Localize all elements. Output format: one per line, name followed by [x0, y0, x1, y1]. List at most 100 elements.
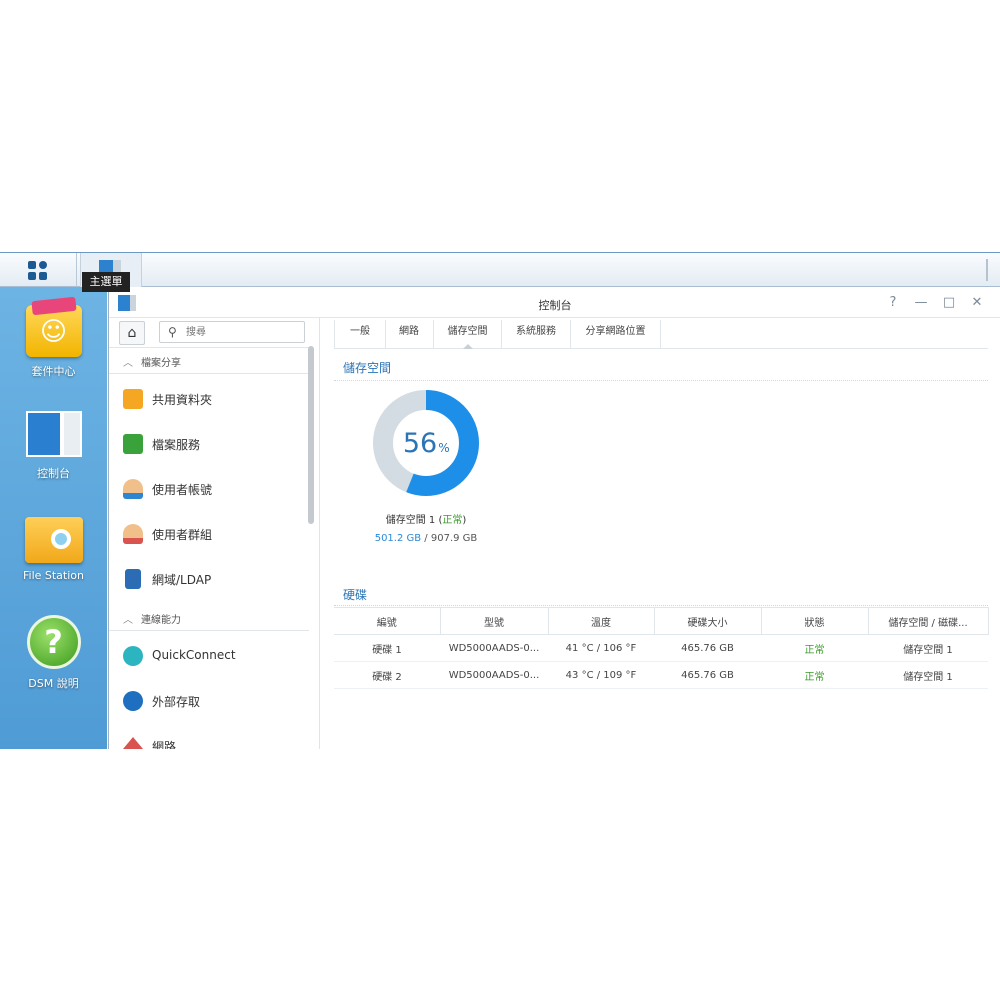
section-label: 連線能力 [141, 615, 181, 626]
sidebar-item-domain-ldap[interactable]: 網域/LDAP [123, 564, 308, 594]
window-title: 控制台 [538, 299, 572, 312]
quickconnect-icon [123, 646, 143, 666]
maximize-button[interactable]: □ [940, 294, 958, 312]
search-input[interactable] [186, 324, 296, 340]
divider [334, 380, 988, 381]
column-header[interactable]: 儲存空間 / 磁碟... [868, 607, 989, 635]
sidebar-item-network[interactable]: 網路 [123, 731, 308, 749]
sidebar-item-file-services[interactable]: 檔案服務 [123, 429, 308, 459]
shared-folder-icon [123, 389, 143, 409]
section-file-sharing[interactable]: ︿ 檔案分享 [123, 354, 181, 369]
storage-usage-donut: 56 % [373, 390, 479, 496]
main-menu-tooltip: 主選單 [82, 272, 130, 292]
table-row[interactable]: 硬碟 2 WD5000AADS-0... 43 °C / 109 °F 465.… [334, 661, 988, 689]
control-panel-icon [25, 411, 82, 459]
divider [109, 373, 309, 374]
window-titlebar[interactable]: 控制台 ? — □ ✕ [109, 289, 1000, 318]
desktop-icon-label: 控制台 [37, 467, 70, 480]
table-cell: 硬碟 1 [334, 634, 440, 662]
main-menu-icon [28, 261, 48, 281]
storage-heading: 儲存空間 [343, 361, 392, 375]
sidebar-item-group[interactable]: 使用者群組 [123, 519, 308, 549]
column-header[interactable]: 編號 [334, 607, 441, 635]
user-icon [123, 479, 143, 499]
table-cell: 硬碟 2 [334, 661, 440, 689]
chevron-up-icon: ︿ [123, 615, 133, 626]
sidebar-item-label: 網路 [152, 740, 177, 749]
group-icon [123, 524, 143, 544]
disk-table: 編號 型號 溫度 硬碟大小 狀態 儲存空間 / 磁碟... 硬碟 1 WD500… [334, 607, 989, 689]
volume-size: 501.2 GB / 907.9 GB [374, 533, 478, 544]
sidebar-item-quickconnect[interactable]: QuickConnect [123, 641, 308, 671]
desktop-icon-file-station[interactable]: File Station [0, 517, 107, 582]
desktop-icon-label: DSM 說明 [28, 677, 79, 690]
volume-label: 儲存空間 1 (正常) [385, 515, 467, 526]
disks-heading: 硬碟 [343, 588, 368, 602]
search-icon: ⚲ [168, 325, 177, 339]
dsm-screen: 主選單 套件中心 控制台 File Station ? DSM 說明 控制台 ?… [0, 252, 1000, 749]
table-cell: WD5000AADS-0... [440, 661, 548, 689]
file-services-icon [123, 434, 143, 454]
sidebar-scrollbar[interactable] [308, 346, 314, 524]
desktop-icon-label: File Station [22, 569, 84, 582]
volume-total: 907.9 GB [430, 533, 478, 544]
sidebar-item-user[interactable]: 使用者帳號 [123, 474, 308, 504]
sidebar-item-label: 使用者群組 [152, 528, 213, 542]
divider [334, 605, 988, 606]
table-cell: 465.76 GB [654, 661, 761, 689]
usage-percent-value: 56 [403, 428, 437, 459]
section-label: 檔案分享 [141, 358, 181, 369]
help-icon: ? [26, 615, 81, 669]
file-station-icon [24, 517, 83, 563]
tab-network-share-location[interactable]: 分享網路位置 [571, 320, 661, 348]
home-button[interactable]: ⌂ [119, 321, 145, 345]
column-header[interactable]: 硬碟大小 [654, 607, 762, 635]
sidebar-item-shared-folder[interactable]: 共用資料夾 [123, 384, 308, 414]
home-icon: ⌂ [127, 325, 137, 341]
main-menu-button[interactable] [0, 253, 77, 287]
usage-percent-sign: % [438, 441, 449, 455]
table-cell: WD5000AADS-0... [440, 634, 548, 662]
sidebar-item-external-access[interactable]: 外部存取 [123, 686, 308, 716]
desktop-icon-dsm-help[interactable]: ? DSM 說明 [0, 615, 107, 691]
tab-services[interactable]: 系統服務 [502, 320, 571, 348]
column-header[interactable]: 溫度 [548, 607, 655, 635]
tab-bar: 一般 網路 儲存空間 系統服務 分享網路位置 [334, 320, 988, 349]
divider [109, 347, 309, 348]
table-cell: 儲存空間 1 [868, 634, 988, 662]
package-center-icon [25, 305, 82, 357]
sidebar-item-label: 網域/LDAP [152, 573, 212, 587]
table-cell: 43 °C / 109 °F [548, 661, 654, 689]
desktop-icon-control-panel[interactable]: 控制台 [0, 411, 107, 481]
help-button[interactable]: ? [884, 294, 902, 312]
sidebar-item-label: 共用資料夾 [152, 393, 213, 407]
section-connectivity[interactable]: ︿ 連線能力 [123, 611, 181, 626]
desktop-icon-package-center[interactable]: 套件中心 [0, 305, 107, 379]
chevron-up-icon: ︿ [123, 358, 133, 369]
table-cell: 儲存空間 1 [868, 661, 988, 689]
table-cell: 41 °C / 106 °F [548, 634, 654, 662]
status-cell: 正常 [761, 634, 868, 662]
domain-ldap-icon [125, 569, 141, 589]
column-header[interactable]: 狀態 [761, 607, 869, 635]
sidebar-item-label: 檔案服務 [152, 438, 201, 452]
volume-status: 正常 [442, 515, 463, 526]
tab-network[interactable]: 網路 [385, 320, 434, 348]
close-button[interactable]: ✕ [968, 294, 986, 312]
minimize-button[interactable]: — [912, 294, 930, 312]
tab-general[interactable]: 一般 [334, 320, 386, 348]
desktop-icon-label: 套件中心 [31, 365, 76, 378]
table-cell: 465.76 GB [654, 634, 761, 662]
control-panel-window: 控制台 ? — □ ✕ ⌂ ⚲ ︿檔案分享 共用資料夾 檔案 [108, 289, 1000, 749]
network-icon [123, 737, 143, 749]
sidebar-item-label: QuickConnect [152, 648, 236, 662]
tab-storage[interactable]: 儲存空間 [434, 320, 502, 349]
search-box[interactable]: ⚲ [159, 321, 305, 343]
column-header[interactable]: 型號 [440, 607, 549, 635]
status-cell: 正常 [761, 661, 868, 689]
main-content: 一般 網路 儲存空間 系統服務 分享網路位置 儲存空間 56 % 儲存空間 1 … [320, 318, 1000, 749]
table-header-row: 編號 型號 溫度 硬碟大小 狀態 儲存空間 / 磁碟... [334, 607, 989, 635]
table-row[interactable]: 硬碟 1 WD5000AADS-0... 41 °C / 106 °F 465.… [334, 634, 988, 662]
divider [109, 630, 309, 631]
sidebar-item-label: 使用者帳號 [152, 483, 213, 497]
